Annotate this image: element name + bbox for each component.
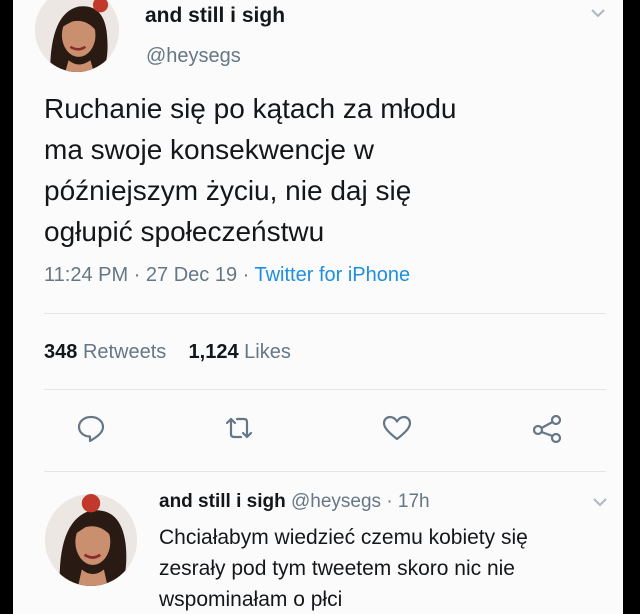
tweet-stats: 348 Retweets 1,124 Likes bbox=[44, 341, 291, 364]
reply-icon bbox=[77, 415, 105, 443]
author-name[interactable]: and still i sigh bbox=[145, 4, 285, 28]
tweet-text-line: ma swoje konsekwencje w bbox=[44, 134, 374, 165]
reply-header: and still i sigh @heysegs · 17h bbox=[159, 491, 430, 513]
tweet-meta: 11:24 PM · 27 Dec 19 · Twitter for iPhon… bbox=[44, 264, 410, 287]
reply-age[interactable]: 17h bbox=[398, 491, 430, 512]
meta-separator: · bbox=[242, 264, 255, 286]
likes-label: Likes bbox=[244, 341, 291, 363]
share-icon bbox=[532, 414, 562, 444]
tweet-text: Ruchanie się po kątach za młodu ma swoje… bbox=[44, 88, 604, 252]
meta-separator: · bbox=[133, 264, 146, 286]
likes-stat[interactable]: 1,124 Likes bbox=[189, 341, 291, 363]
retweet-button[interactable] bbox=[223, 412, 255, 444]
reply-avatar[interactable] bbox=[45, 494, 137, 586]
reply-author-name[interactable]: and still i sigh bbox=[159, 491, 286, 512]
reply-text-line: zesrały pod tym tweetem skoro nic nie bbox=[159, 557, 515, 580]
retweet-icon bbox=[225, 417, 253, 439]
divider bbox=[44, 389, 606, 390]
like-icon bbox=[382, 415, 412, 441]
tweet-text-line: ogłupić społeczeństwu bbox=[44, 216, 325, 247]
chevron-down-icon[interactable] bbox=[593, 497, 607, 507]
retweets-stat[interactable]: 348 Retweets bbox=[44, 341, 166, 363]
share-button[interactable] bbox=[531, 412, 563, 444]
divider bbox=[44, 313, 606, 314]
tweet-date[interactable]: 27 Dec 19 bbox=[146, 264, 237, 286]
reply-text-line: Chciałabym wiedzieć czemu kobiety się bbox=[159, 526, 528, 549]
tweet-text-line: Ruchanie się po kątach za młodu bbox=[44, 93, 457, 124]
reply-text: Chciałabym wiedzieć czemu kobiety się ze… bbox=[159, 522, 619, 614]
tweet-card: and still i sigh @heysegs Ruchanie się p… bbox=[13, 0, 623, 614]
reply-text-line: wspominałam o płci bbox=[159, 588, 343, 611]
likes-count: 1,124 bbox=[188, 341, 239, 363]
meta-separator: · bbox=[386, 491, 398, 512]
reply-author-handle[interactable]: @heysegs bbox=[291, 491, 381, 512]
like-button[interactable] bbox=[381, 412, 413, 444]
tweet-text-line: późniejszym życiu, nie daj się bbox=[44, 175, 412, 206]
reply-button[interactable] bbox=[75, 412, 107, 444]
divider bbox=[44, 471, 606, 472]
avatar-photo-icon bbox=[35, 0, 119, 72]
avatar[interactable] bbox=[35, 0, 119, 72]
retweets-label: Retweets bbox=[82, 341, 167, 363]
author-handle[interactable]: @heysegs bbox=[146, 45, 241, 68]
chevron-down-icon[interactable] bbox=[591, 8, 605, 18]
tweet-time[interactable]: 11:24 PM bbox=[44, 264, 128, 286]
retweets-count: 348 bbox=[44, 341, 78, 363]
avatar-photo-icon bbox=[45, 494, 137, 586]
tweet-source-link[interactable]: Twitter for iPhone bbox=[255, 264, 411, 286]
